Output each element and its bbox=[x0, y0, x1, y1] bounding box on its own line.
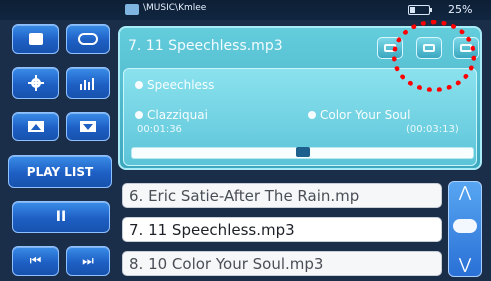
scroll-down-icon[interactable]: ⋁ bbox=[448, 255, 482, 273]
next-button[interactable]: ⏭ bbox=[66, 246, 110, 276]
volume-up-button[interactable] bbox=[12, 112, 59, 141]
song-icon bbox=[135, 80, 143, 89]
artist-icon bbox=[135, 110, 143, 119]
equalizer-icon bbox=[80, 78, 94, 90]
elapsed-time: 00:01:36 bbox=[137, 124, 182, 135]
next-icon: ⏭ bbox=[82, 253, 94, 269]
pause-button[interactable]: II bbox=[12, 201, 110, 233]
song-name: Speechless bbox=[147, 78, 215, 92]
down-arrow-icon bbox=[80, 121, 96, 132]
album-icon bbox=[308, 110, 316, 119]
repeat-button[interactable] bbox=[66, 24, 110, 54]
song-name-row: Speechless bbox=[135, 78, 214, 92]
progress-bar[interactable] bbox=[131, 147, 474, 159]
artist-row: Clazziquai bbox=[135, 108, 208, 122]
track-title: 7. 11 Speechless.mp3 bbox=[128, 38, 283, 54]
playlist-button[interactable]: PLAY LIST bbox=[8, 155, 112, 188]
battery-icon bbox=[408, 5, 432, 15]
playlist-item[interactable]: 6. Eric Satie-After The Rain.mp bbox=[122, 183, 442, 208]
repeat-icon bbox=[78, 33, 98, 45]
previous-icon: ⏮ bbox=[29, 253, 42, 269]
pause-icon: II bbox=[55, 209, 67, 225]
playlist-item[interactable]: 8. 10 Color Your Soul.mp3 bbox=[122, 251, 442, 276]
gear-icon bbox=[27, 75, 44, 91]
previous-button[interactable]: ⏮ bbox=[12, 246, 59, 276]
folder-path: \MUSIC\Kmlee bbox=[143, 3, 207, 13]
album-name: Color Your Soul bbox=[320, 108, 411, 122]
battery-percent: 25% bbox=[448, 3, 473, 16]
equalizer-button[interactable] bbox=[66, 67, 110, 99]
artist-name: Clazziquai bbox=[147, 108, 208, 122]
progress-knob[interactable] bbox=[296, 147, 310, 157]
scroll-thumb[interactable] bbox=[453, 219, 477, 233]
scroll-up-icon[interactable]: ⋀ bbox=[448, 183, 482, 201]
battery-level bbox=[410, 7, 415, 13]
settings-button[interactable] bbox=[12, 67, 59, 99]
folder-button[interactable] bbox=[12, 24, 59, 54]
highlight-annotation bbox=[392, 20, 476, 92]
up-arrow-icon bbox=[27, 121, 44, 132]
total-time: (00:03:13) bbox=[406, 124, 459, 135]
album-row: Color Your Soul bbox=[308, 108, 410, 122]
playlist-label: PLAY LIST bbox=[26, 164, 94, 179]
volume-down-button[interactable] bbox=[66, 112, 110, 141]
folder-icon bbox=[125, 4, 139, 15]
playlist-item-current[interactable]: 7. 11 Speechless.mp3 bbox=[122, 217, 442, 242]
folder-icon bbox=[28, 33, 43, 45]
